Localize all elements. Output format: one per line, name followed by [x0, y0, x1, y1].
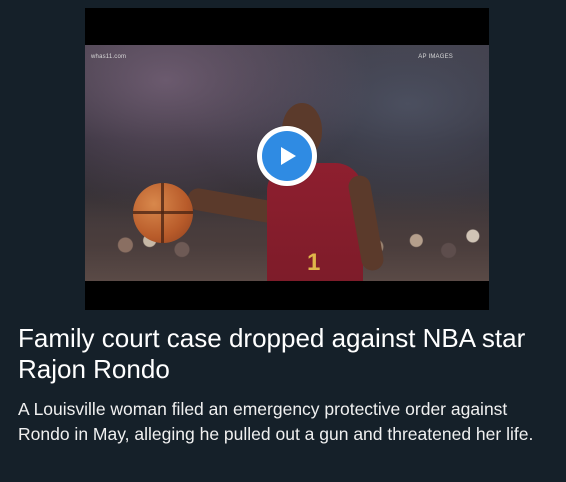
- article-title[interactable]: Family court case dropped against NBA st…: [18, 323, 554, 385]
- article-summary: A Louisville woman filed an emergency pr…: [18, 399, 534, 444]
- credit-watermark: AP IMAGES: [418, 54, 453, 60]
- play-button[interactable]: [257, 126, 317, 186]
- play-icon[interactable]: [262, 131, 312, 181]
- jersey-number: 1: [307, 249, 321, 276]
- source-watermark: whas11.com: [91, 54, 127, 60]
- video-player[interactable]: 1 whas11.com AP IMAGES: [85, 8, 489, 310]
- news-card[interactable]: 1 whas11.com AP IMAGES Family court case…: [0, 0, 566, 482]
- basketball: [133, 183, 193, 243]
